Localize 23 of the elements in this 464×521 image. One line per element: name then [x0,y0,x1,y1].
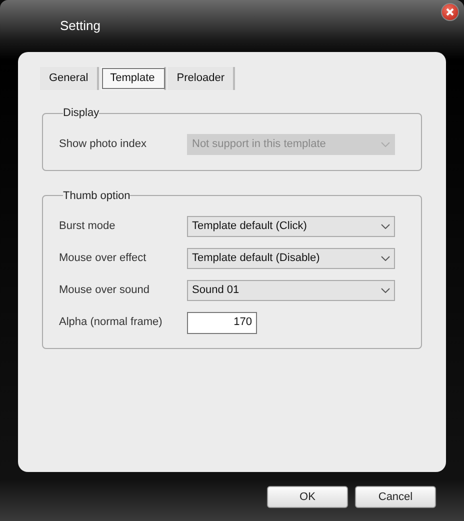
field-label: Alpha (normal frame) [59,315,164,330]
tab[interactable]: General [40,67,100,90]
chevron-down-icon [381,288,390,293]
field-label: Burst mode [59,219,116,234]
field-label: Mouse over effect [59,251,148,266]
dialog-button[interactable]: Cancel [355,486,436,508]
chevron-down-icon [381,224,390,229]
window-title: Setting [60,17,100,35]
chevron-down-icon [381,142,390,146]
group-title: Thumb option [63,188,130,204]
field-label: Show photo index [59,136,148,152]
dropdown[interactable]: Sound 01 [187,280,395,301]
group-title: Display [63,106,100,121]
dropdown[interactable]: Template default (Click) [187,216,395,237]
dropdown[interactable]: Template default (Disable) [187,248,395,269]
close-icon [446,8,454,16]
tab[interactable]: Preloader [168,67,236,90]
close-button[interactable] [441,3,459,21]
chevron-down-icon [381,256,390,261]
tab[interactable]: Template [101,67,166,90]
field-label: Mouse over sound [59,283,150,298]
dialog-button[interactable]: OK [267,486,348,508]
number-field[interactable]: 170 [187,312,257,334]
